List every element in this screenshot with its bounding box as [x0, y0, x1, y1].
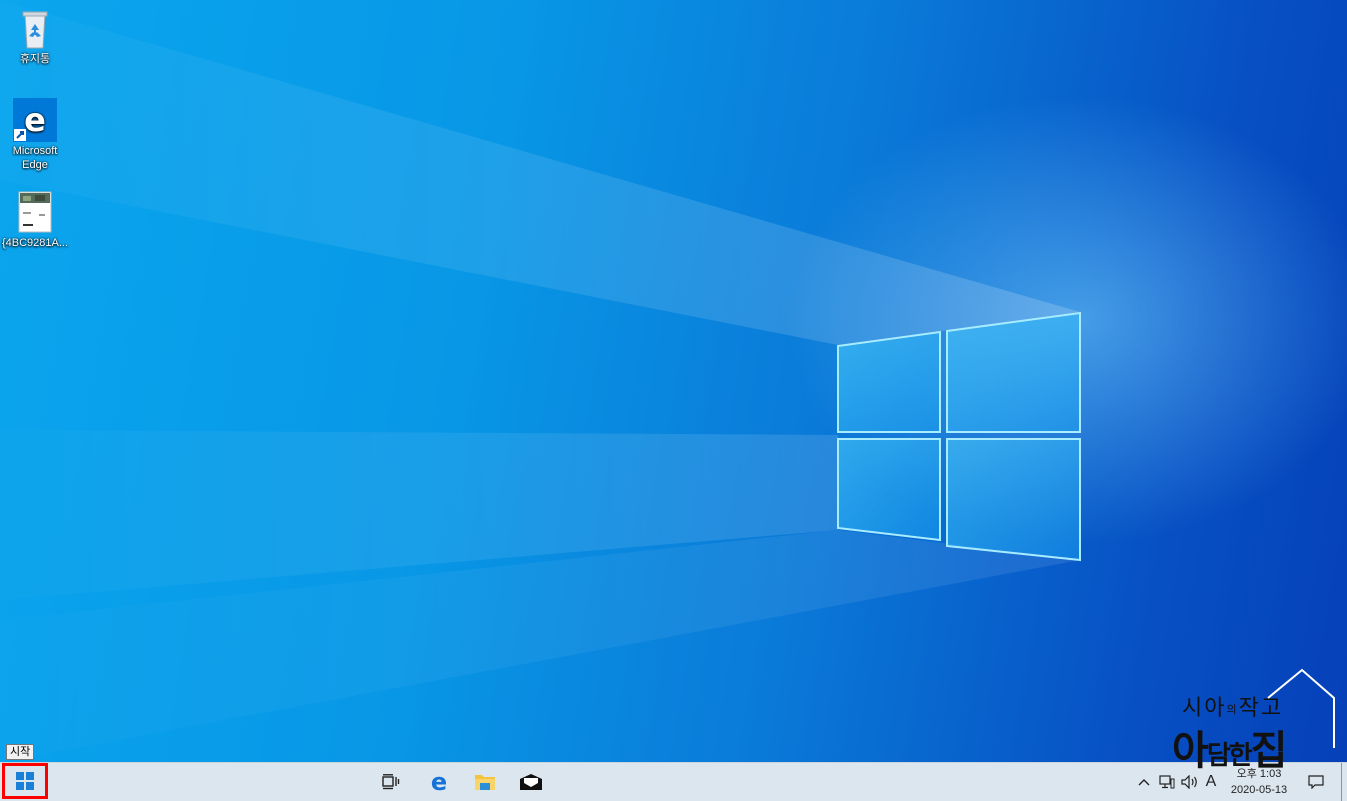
mail-button[interactable]	[511, 763, 551, 801]
taskbar: e A 오후 1:03 2020-05-13	[0, 762, 1347, 801]
task-view-icon	[382, 774, 400, 790]
mail-icon	[520, 774, 542, 790]
watermark-line2: 아담한집	[1172, 728, 1287, 774]
desktop-icon-label: Microsoft Edge	[12, 145, 58, 171]
desktop-background[interactable]: 휴지통 e Microsoft Edge {4BC9281A...	[0, 0, 1347, 762]
watermark-logo: 시아의작고 아담한집	[1168, 668, 1344, 788]
start-tooltip: 시작	[6, 744, 35, 760]
desktop-icon-microsoft-edge[interactable]: e Microsoft Edge	[0, 98, 70, 172]
desktop-icon-label: {4BC9281A...	[1, 237, 69, 249]
windows-logo-wallpaper	[837, 311, 1081, 562]
edge-icon: e	[13, 98, 57, 142]
chevron-up-icon	[1138, 779, 1150, 786]
task-view-button[interactable]	[371, 763, 411, 801]
file-explorer-button[interactable]	[465, 763, 505, 801]
edge-taskbar-button[interactable]: e	[419, 763, 459, 801]
svg-text:e: e	[431, 771, 447, 793]
image-thumbnail-icon	[13, 190, 57, 234]
recycle-bin-icon	[13, 6, 57, 50]
edge-icon: e	[431, 771, 447, 793]
show-hidden-icons-button[interactable]	[1134, 763, 1154, 801]
windows-start-icon	[16, 772, 34, 790]
desktop-icon-label: 휴지통	[19, 53, 51, 65]
desktop-icon-recycle-bin[interactable]: 휴지통	[0, 6, 70, 66]
desktop-icon-image-file[interactable]: {4BC9281A...	[0, 190, 70, 250]
svg-text:e: e	[24, 101, 46, 139]
start-button[interactable]	[2, 763, 48, 799]
folder-icon	[475, 775, 495, 790]
